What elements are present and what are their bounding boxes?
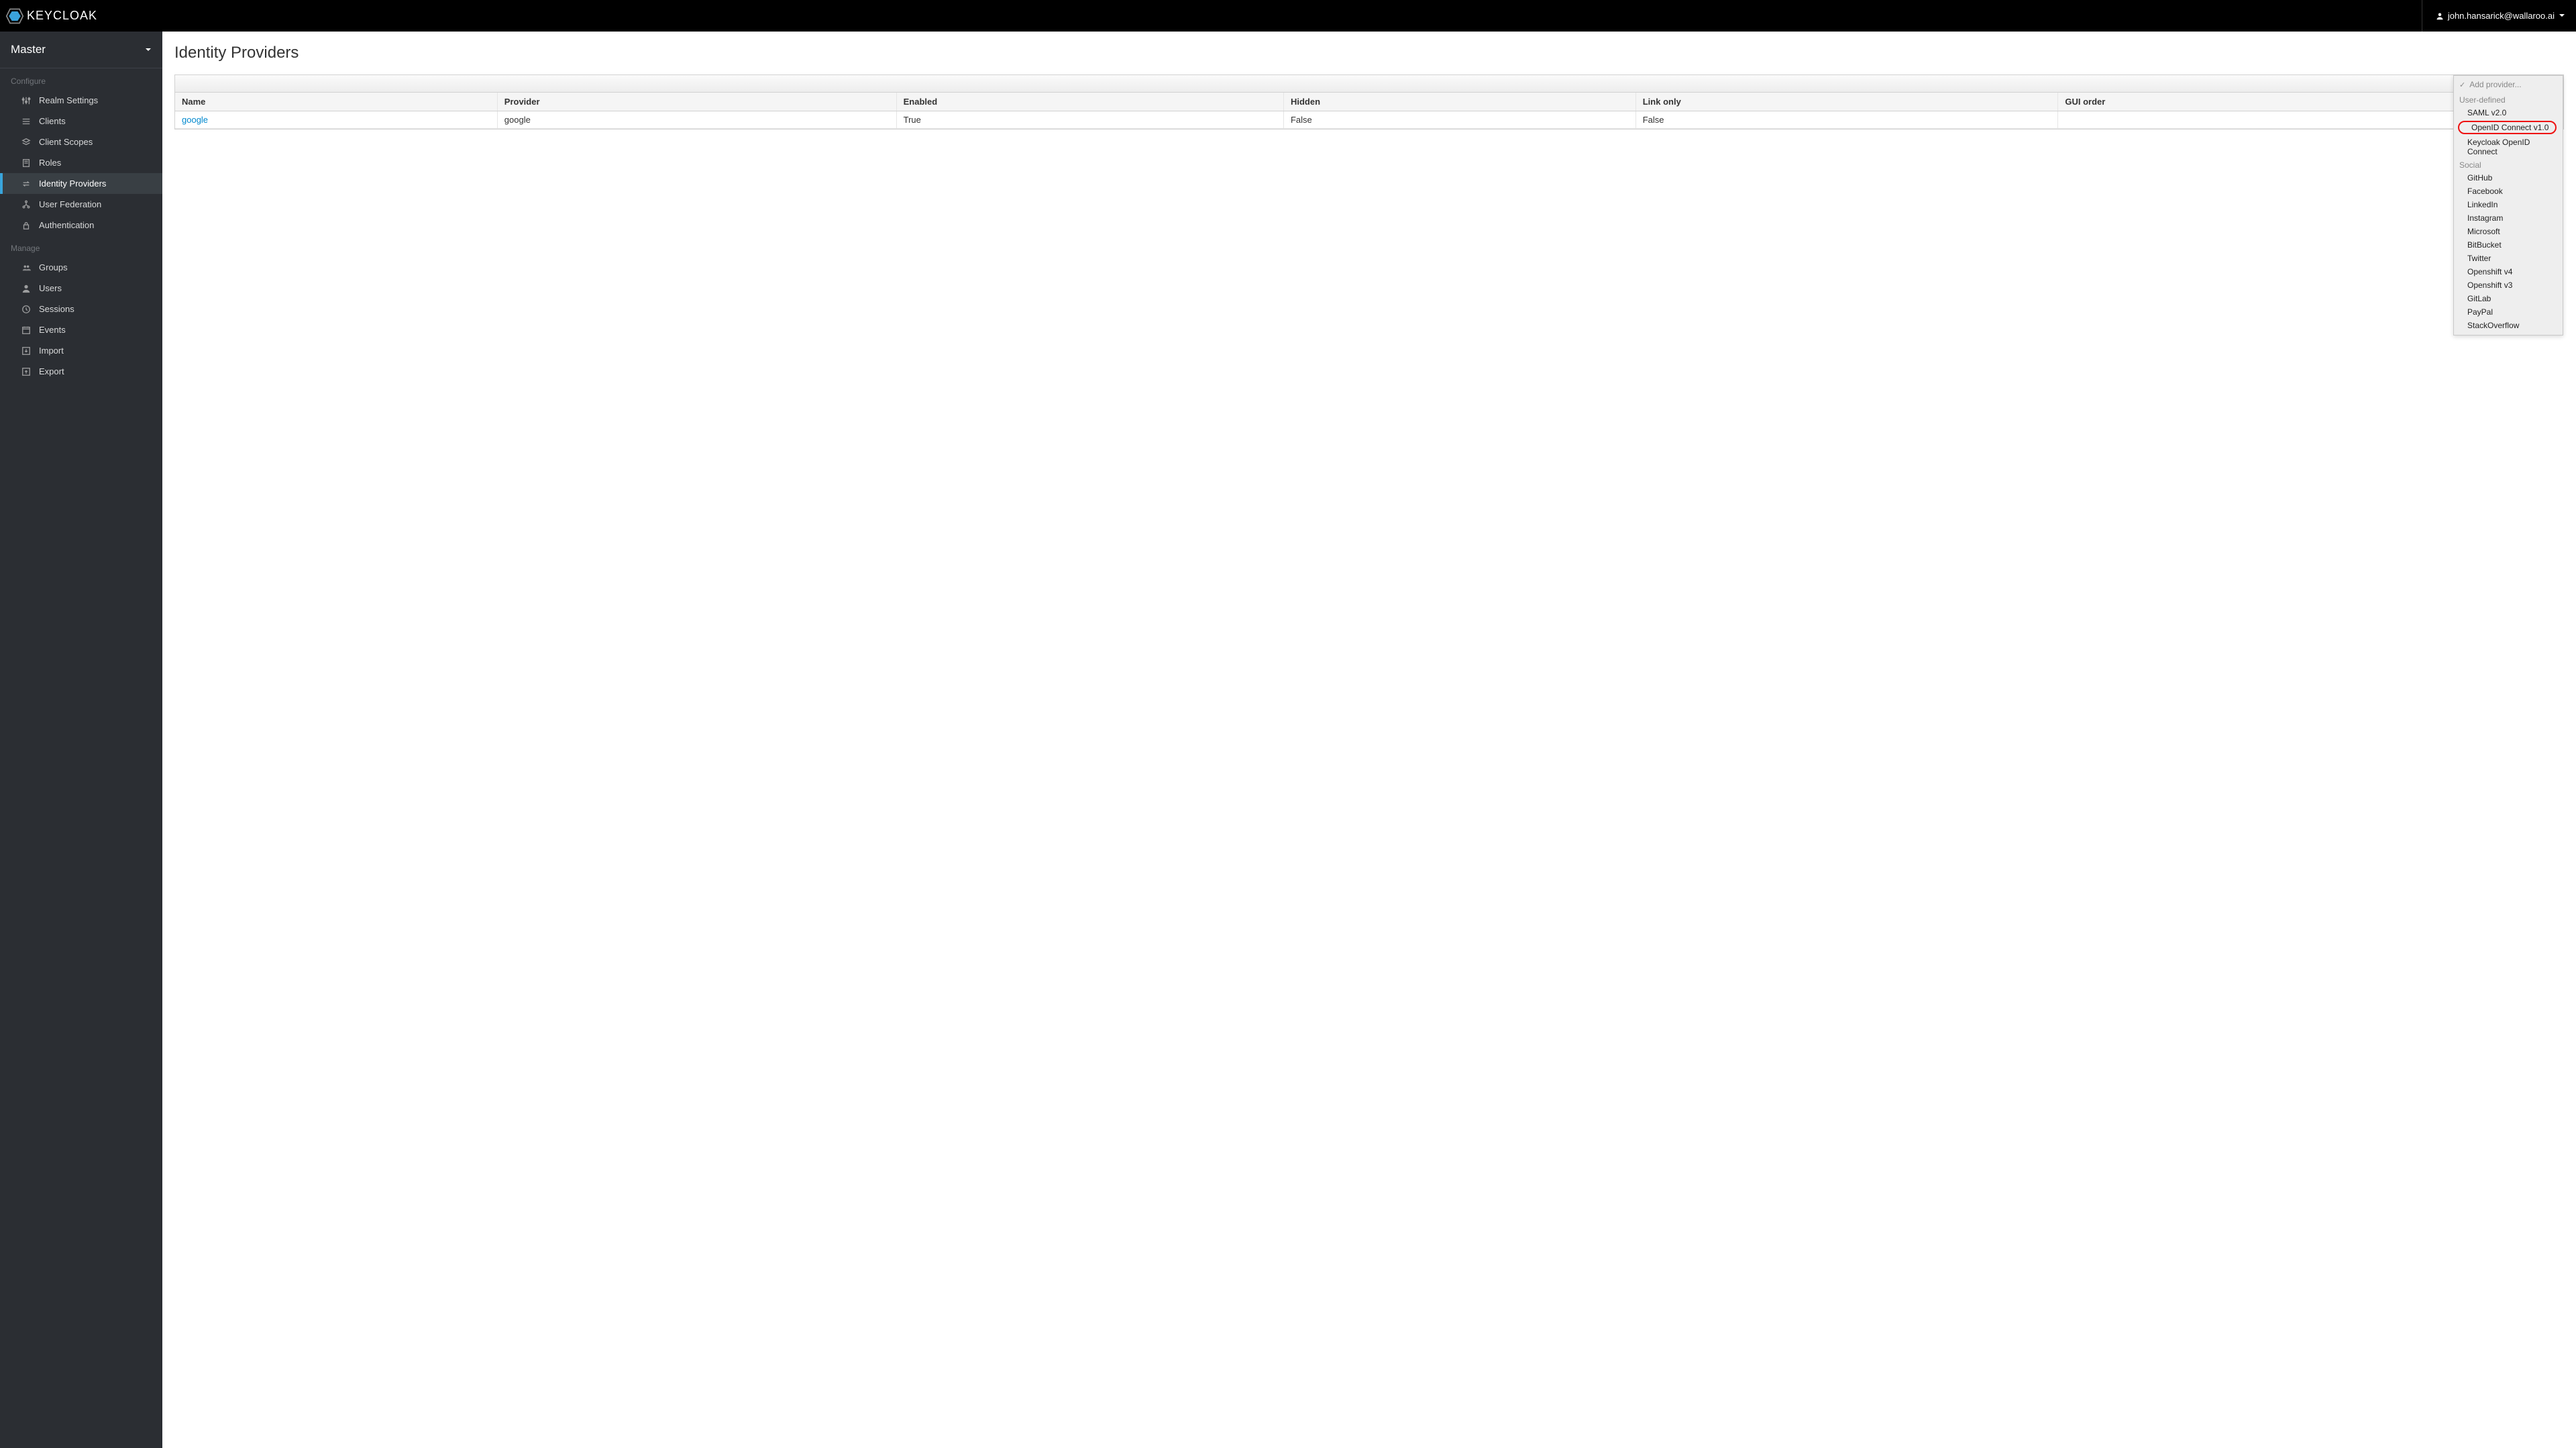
cell-name[interactable]: google: [175, 111, 497, 129]
sidebar-item-label: Users: [39, 283, 62, 293]
table-row: googlegoogleTrueFalseFalseEdit: [175, 111, 2563, 129]
sidebar-item-identity-providers[interactable]: Identity Providers: [0, 173, 162, 194]
dropdown-item[interactable]: Openshift v4: [2454, 265, 2563, 278]
dropdown-item[interactable]: Keycloak OpenID Connect: [2454, 136, 2563, 158]
cell-hidden: False: [1283, 111, 1635, 129]
dropdown-item[interactable]: Facebook: [2454, 185, 2563, 198]
col-header: Provider: [497, 93, 896, 111]
dropdown-item[interactable]: Microsoft: [2454, 225, 2563, 238]
sidebar-item-label: Identity Providers: [39, 178, 106, 189]
dropdown-group-label: User-defined: [2454, 93, 2563, 106]
provider-link[interactable]: google: [182, 115, 208, 125]
sidebar-item-sessions[interactable]: Sessions: [0, 299, 162, 319]
sidebar-item-groups[interactable]: Groups: [0, 257, 162, 278]
dropdown-item[interactable]: Openshift v3: [2454, 278, 2563, 292]
table-toolbar: ✓ Add provider... User-definedSAML v2.0O…: [175, 75, 2563, 93]
user-icon: [21, 284, 31, 293]
cell-linkonly: False: [1635, 111, 2058, 129]
sidebar-item-import[interactable]: Import: [0, 340, 162, 361]
col-header: Enabled: [896, 93, 1283, 111]
chevron-down-icon: [2559, 11, 2565, 21]
sidebar-item-label: Authentication: [39, 220, 94, 230]
sidebar-item-client-scopes[interactable]: Client Scopes: [0, 132, 162, 152]
dropdown-item[interactable]: GitHub: [2454, 171, 2563, 185]
sidebar-section-label: Manage: [0, 236, 162, 257]
sidebar-item-user-federation[interactable]: User Federation: [0, 194, 162, 215]
import-icon: [21, 346, 31, 356]
dropdown-selected[interactable]: ✓ Add provider...: [2454, 76, 2563, 93]
dropdown-item[interactable]: SAML v2.0: [2454, 106, 2563, 119]
chevron-down-icon: [145, 43, 152, 56]
sidebar-item-authentication[interactable]: Authentication: [0, 215, 162, 236]
stack-icon: [21, 138, 31, 147]
clock-icon: [21, 305, 31, 314]
dropdown-item[interactable]: Instagram: [2454, 211, 2563, 225]
lock-icon: [21, 221, 31, 230]
main-content: Identity Providers ✓ Add provider... Use…: [162, 32, 2576, 1448]
providers-table: NameProviderEnabledHiddenLink onlyGUI or…: [175, 93, 2563, 129]
sidebar-item-label: Events: [39, 325, 66, 335]
tree-icon: [21, 200, 31, 209]
sidebar-item-label: User Federation: [39, 199, 101, 209]
cell-enabled: True: [896, 111, 1283, 129]
dropdown-group-label: Social: [2454, 158, 2563, 171]
calendar-icon: [21, 325, 31, 335]
sidebar-item-label: Import: [39, 346, 64, 356]
sidebar-item-users[interactable]: Users: [0, 278, 162, 299]
export-icon: [21, 367, 31, 376]
col-header: Name: [175, 93, 497, 111]
col-header: Hidden: [1283, 93, 1635, 111]
col-header: GUI order: [2058, 93, 2496, 111]
exchange-icon: [21, 179, 31, 189]
brand-text: KEYCLOAK: [27, 9, 97, 23]
list-icon: [21, 117, 31, 126]
dropdown-item[interactable]: BitBucket: [2454, 238, 2563, 252]
user-email: john.hansarick@wallaroo.ai: [2448, 11, 2555, 21]
realm-selector[interactable]: Master: [0, 32, 162, 68]
sidebar-item-label: Groups: [39, 262, 68, 272]
sidebar-item-label: Export: [39, 366, 64, 376]
realm-name: Master: [11, 43, 46, 56]
sidebar: Master Configure Realm Settings Clients Cli…: [0, 32, 162, 1448]
brand[interactable]: KEYCLOAK: [5, 7, 97, 25]
sidebar-item-label: Clients: [39, 116, 66, 126]
keycloak-logo-icon: [5, 7, 24, 25]
sliders-icon: [21, 96, 31, 105]
cell-provider: google: [497, 111, 896, 129]
sidebar-item-label: Sessions: [39, 304, 74, 314]
sidebar-item-realm-settings[interactable]: Realm Settings: [0, 90, 162, 111]
dropdown-item[interactable]: Twitter: [2454, 252, 2563, 265]
add-provider-dropdown[interactable]: ✓ Add provider... User-definedSAML v2.0 O…: [2453, 75, 2563, 335]
check-icon: ✓: [2459, 81, 2465, 89]
user-menu[interactable]: john.hansarick@wallaroo.ai: [2422, 0, 2565, 32]
top-header: KEYCLOAK john.hansarick@wallaroo.ai: [0, 0, 2576, 32]
user-icon: [2436, 12, 2444, 20]
paper-icon: [21, 158, 31, 168]
dropdown-item[interactable]: OpenID Connect v1.0: [2458, 121, 2557, 134]
sidebar-item-export[interactable]: Export: [0, 361, 162, 382]
dropdown-item[interactable]: GitLab: [2454, 292, 2563, 305]
dropdown-item[interactable]: PayPal: [2454, 305, 2563, 319]
dropdown-item[interactable]: StackOverflow: [2454, 319, 2563, 332]
sidebar-item-label: Realm Settings: [39, 95, 98, 105]
dropdown-placeholder: Add provider...: [2469, 80, 2521, 89]
group-icon: [21, 263, 31, 272]
sidebar-section-label: Configure: [0, 68, 162, 90]
page-title: Identity Providers: [174, 44, 2564, 62]
providers-table-wrap: ✓ Add provider... User-definedSAML v2.0O…: [174, 74, 2564, 130]
sidebar-item-clients[interactable]: Clients: [0, 111, 162, 132]
sidebar-item-label: Client Scopes: [39, 137, 93, 147]
col-header: Link only: [1635, 93, 2058, 111]
dropdown-item[interactable]: LinkedIn: [2454, 198, 2563, 211]
sidebar-item-roles[interactable]: Roles: [0, 152, 162, 173]
cell-guiorder: [2058, 111, 2496, 129]
sidebar-item-label: Roles: [39, 158, 61, 168]
sidebar-item-events[interactable]: Events: [0, 319, 162, 340]
